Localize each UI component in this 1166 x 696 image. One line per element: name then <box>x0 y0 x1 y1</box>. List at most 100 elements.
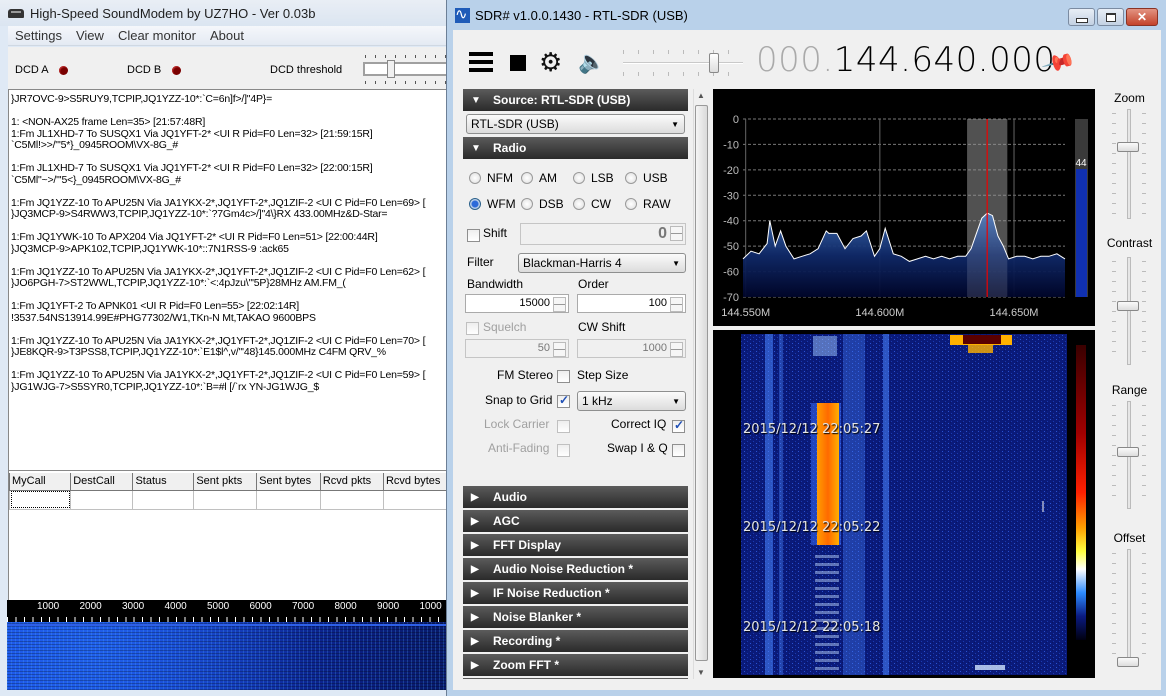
radio-button-icon <box>521 172 533 184</box>
zoom-slider-thumb[interactable] <box>1117 142 1139 152</box>
fm-stereo-checkbox[interactable] <box>557 370 570 383</box>
control-label-offset: Offset <box>1113 531 1146 545</box>
menu-settings[interactable]: Settings <box>8 28 69 43</box>
snap-to-grid-checkbox[interactable] <box>557 393 570 408</box>
grid-cell[interactable] <box>132 489 195 510</box>
section-header[interactable]: ▶ Audio <box>463 486 688 508</box>
menu-view[interactable]: View <box>69 28 111 43</box>
rf-waterfall[interactable]: 2015/12/12 22:05:27 2015/12/12 22:05:22 20… <box>713 330 1095 678</box>
section-header[interactable]: ▶ Noise Blanker * <box>463 606 688 628</box>
contrast-slider[interactable] <box>1112 257 1146 365</box>
source-select[interactable]: RTL-SDR (USB) <box>466 114 685 134</box>
menu-clear-monitor[interactable]: Clear monitor <box>111 28 203 43</box>
volume-slider[interactable] <box>619 46 747 80</box>
mode-radio-wfm[interactable]: WFM <box>469 197 521 211</box>
cw-shift-input[interactable]: 1000 <box>577 339 686 358</box>
radio-header[interactable]: ▼ Radio <box>463 137 688 159</box>
ruler-tick-label: 9000 <box>377 601 400 612</box>
swap-iq-checkbox[interactable] <box>672 444 685 457</box>
speaker-icon[interactable]: 🔈 <box>578 50 605 74</box>
range-slider[interactable] <box>1112 401 1146 509</box>
window-title: High-Speed SoundModem by UZ7HO - Ver 0.0… <box>30 5 316 21</box>
connections-grid: MyCall DestCall Status Sent pkts Sent bytes R… <box>8 471 446 601</box>
cw-shift-label: CW Shift <box>578 320 626 334</box>
scroll-down-icon[interactable]: ▼ <box>697 668 705 677</box>
squelch-input[interactable]: 50 <box>465 339 569 358</box>
shift-checkbox[interactable] <box>467 229 480 242</box>
ruler-tick-label: 7000 <box>292 601 315 612</box>
mode-radio-cw[interactable]: CW <box>573 197 625 211</box>
column-header[interactable]: Rcvd pkts <box>319 471 384 491</box>
grid-cell-mycall[interactable] <box>8 489 72 510</box>
lock-carrier-checkbox[interactable] <box>557 420 570 433</box>
section-header[interactable]: ▶ Audio Noise Reduction * <box>463 558 688 580</box>
source-header[interactable]: ▼ Source: RTL-SDR (USB) <box>463 89 688 111</box>
menu-about[interactable]: About <box>203 28 251 43</box>
range-slider-thumb[interactable] <box>1117 447 1139 458</box>
order-input[interactable]: 100 <box>577 294 686 313</box>
radio-button-icon <box>469 198 481 210</box>
weak-signal-line <box>815 611 839 614</box>
soundmodem-titlebar[interactable]: High-Speed SoundModem by UZ7HO - Ver 0.0… <box>0 0 446 26</box>
grid-cell[interactable] <box>256 489 321 510</box>
anti-fading-checkbox[interactable] <box>557 444 570 457</box>
monitor-textarea[interactable]: }JR7OVC-9>S5RUY9,TCPIP,JQ1YZZ-10*:`C=6n]… <box>8 89 446 471</box>
squelch-checkbox[interactable] <box>466 322 479 335</box>
minimize-button[interactable] <box>1068 8 1095 26</box>
volume-thumb[interactable] <box>708 53 719 73</box>
zoom-slider[interactable] <box>1112 109 1146 219</box>
section-header[interactable]: ▶ IF Noise Reduction * <box>463 582 688 604</box>
bandwidth-input[interactable]: 15000 <box>465 294 569 313</box>
scrollbar-thumb[interactable] <box>695 105 708 661</box>
mode-radio-usb[interactable]: USB <box>625 171 677 185</box>
offset-slider[interactable] <box>1112 549 1146 667</box>
mode-radio-dsb[interactable]: DSB <box>521 197 573 211</box>
grid-cell[interactable] <box>319 489 384 510</box>
section-header[interactable]: ▶ FFT Display <box>463 534 688 556</box>
column-header[interactable]: Sent pkts <box>193 471 258 491</box>
audio-waterfall[interactable] <box>7 622 446 690</box>
correct-iq-checkbox[interactable] <box>672 418 685 433</box>
gear-icon[interactable]: ⚙ <box>539 49 562 75</box>
grid-cell[interactable] <box>382 489 446 510</box>
dcd-threshold-thumb[interactable] <box>387 60 395 78</box>
snr-meter-fill <box>1076 169 1087 297</box>
section-header[interactable]: ▶ Zoom FFT * <box>463 654 688 676</box>
frequency-display[interactable]: 000.144.640.000 <box>756 40 1056 80</box>
scroll-up-icon[interactable]: ▲ <box>697 91 705 100</box>
column-header[interactable]: Sent bytes <box>256 471 321 491</box>
section-header[interactable]: ▶ AGC <box>463 510 688 532</box>
grid-cell[interactable] <box>193 489 258 510</box>
grid-cell[interactable] <box>70 489 134 510</box>
stop-icon[interactable] <box>510 55 526 71</box>
ruler-tick-label: 2000 <box>79 601 102 612</box>
section-header[interactable]: ▶Frequency Manager * <box>463 678 688 679</box>
mode-radio-am[interactable]: AM <box>521 171 573 185</box>
shift-input[interactable]: 0 <box>520 223 686 245</box>
spectrum-analyzer[interactable]: 0 -10 -20 -30 -40 -50 -60 -70 144.550M 144.600M 14… <box>713 89 1095 326</box>
monitor-line: 1:Fm JQ1YWK-10 To APX204 Via JQ1YFT-2* <… <box>11 231 378 243</box>
ruler-tick-label: 6000 <box>249 601 272 612</box>
dcd-threshold-slider[interactable] <box>355 55 446 84</box>
close-button[interactable]: ✕ <box>1126 8 1158 26</box>
section-header[interactable]: ▶ Recording * <box>463 630 688 652</box>
filter-select[interactable]: Blackman-Harris 4 <box>518 253 686 273</box>
hamburger-menu-icon[interactable] <box>469 52 493 72</box>
offset-slider-thumb[interactable] <box>1117 657 1139 667</box>
column-header[interactable]: Status <box>132 471 195 491</box>
column-header[interactable]: Rcvd bytes <box>382 471 446 491</box>
maximize-button[interactable] <box>1097 8 1124 26</box>
column-header[interactable]: DestCall <box>70 471 134 491</box>
mode-radio-lsb[interactable]: LSB <box>573 171 625 185</box>
sdr-titlebar[interactable]: SDR# v1.0.0.1430 - RTL-SDR (USB) <box>447 0 1166 30</box>
y-tick-label: -50 <box>723 241 739 253</box>
monitor-line: }JG1WJG-7>S5SYR0,TCPIP,JQ1YZZ-10*:`B=#l … <box>11 380 319 393</box>
contrast-slider-thumb[interactable] <box>1117 301 1139 312</box>
mode-radio-raw[interactable]: RAW <box>625 197 677 211</box>
panel-scrollbar[interactable]: ▲ ▼ <box>693 89 708 679</box>
mode-radio-nfm[interactable]: NFM <box>469 171 521 185</box>
monitor-line: 1:Fm JL1XHD-7 To SUSQX1 Via JQ1YFT-2* <U… <box>11 162 373 174</box>
column-header[interactable]: MyCall <box>8 471 72 491</box>
window-title: SDR# v1.0.0.1430 - RTL-SDR (USB) <box>475 7 688 23</box>
step-size-select[interactable]: 1 kHz <box>577 391 686 411</box>
